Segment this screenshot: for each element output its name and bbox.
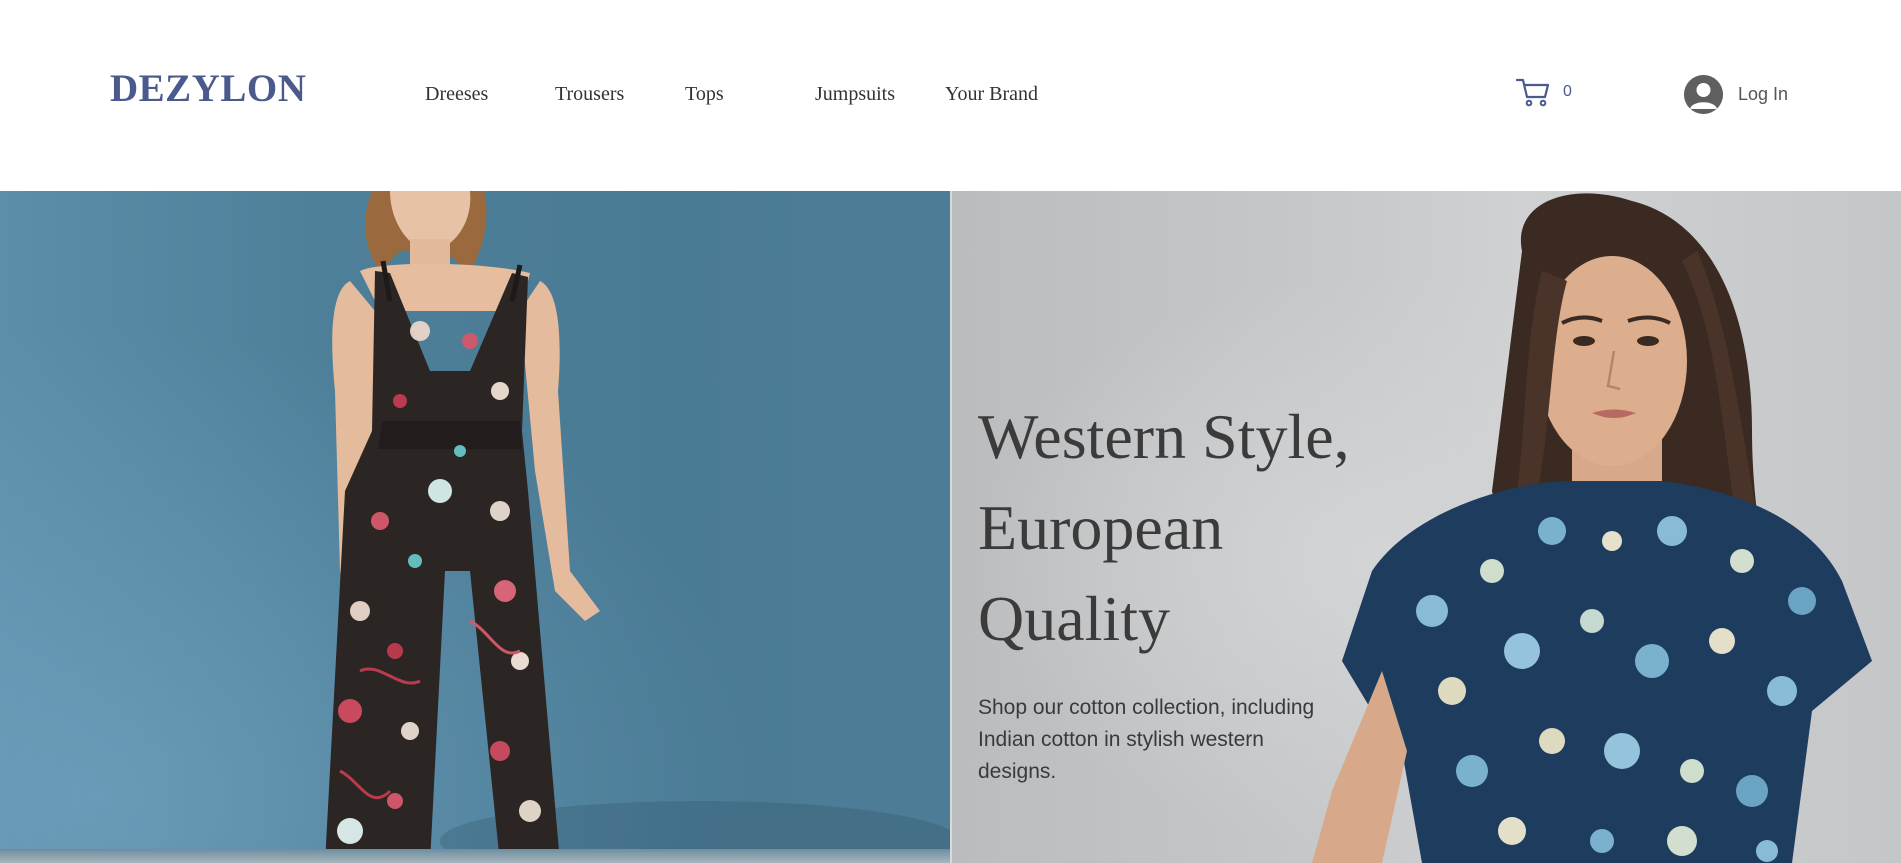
cart-count: 0 bbox=[1563, 83, 1572, 100]
hero-title-line-3: Quality bbox=[978, 583, 1170, 654]
hero-left-image bbox=[0, 191, 950, 863]
login-button[interactable]: Log In bbox=[1684, 74, 1788, 114]
nav-item-trousers[interactable]: Trousers bbox=[555, 83, 624, 106]
nav-item-dresses[interactable]: Dreeses bbox=[425, 83, 488, 106]
hero-left-floor bbox=[0, 849, 950, 863]
hero-section: Western Style, European Quality Shop our… bbox=[0, 191, 1901, 863]
hero-title-line-1: Western Style, bbox=[978, 401, 1350, 472]
cart-button[interactable]: 0 bbox=[1516, 76, 1572, 108]
login-label: Log In bbox=[1738, 83, 1789, 104]
nav-item-jumpsuits[interactable]: Jumpsuits bbox=[815, 83, 895, 106]
hero-title-line-2: European bbox=[978, 492, 1224, 563]
nav-item-your-brand[interactable]: Your Brand bbox=[945, 83, 1038, 106]
model-in-floral-jumpsuit bbox=[325, 191, 950, 863]
cart-icon bbox=[1516, 77, 1550, 107]
user-avatar-icon bbox=[1684, 74, 1723, 114]
nav-item-tops[interactable]: Tops bbox=[685, 83, 724, 106]
site-logo[interactable]: DEZYLON bbox=[110, 66, 306, 111]
hero-title: Western Style, European Quality bbox=[978, 391, 1458, 664]
hero-subtitle: Shop our cotton collection, including In… bbox=[978, 696, 1315, 783]
site-header: DEZYLON Dreeses Trousers Tops Jumpsuits … bbox=[0, 0, 1901, 191]
